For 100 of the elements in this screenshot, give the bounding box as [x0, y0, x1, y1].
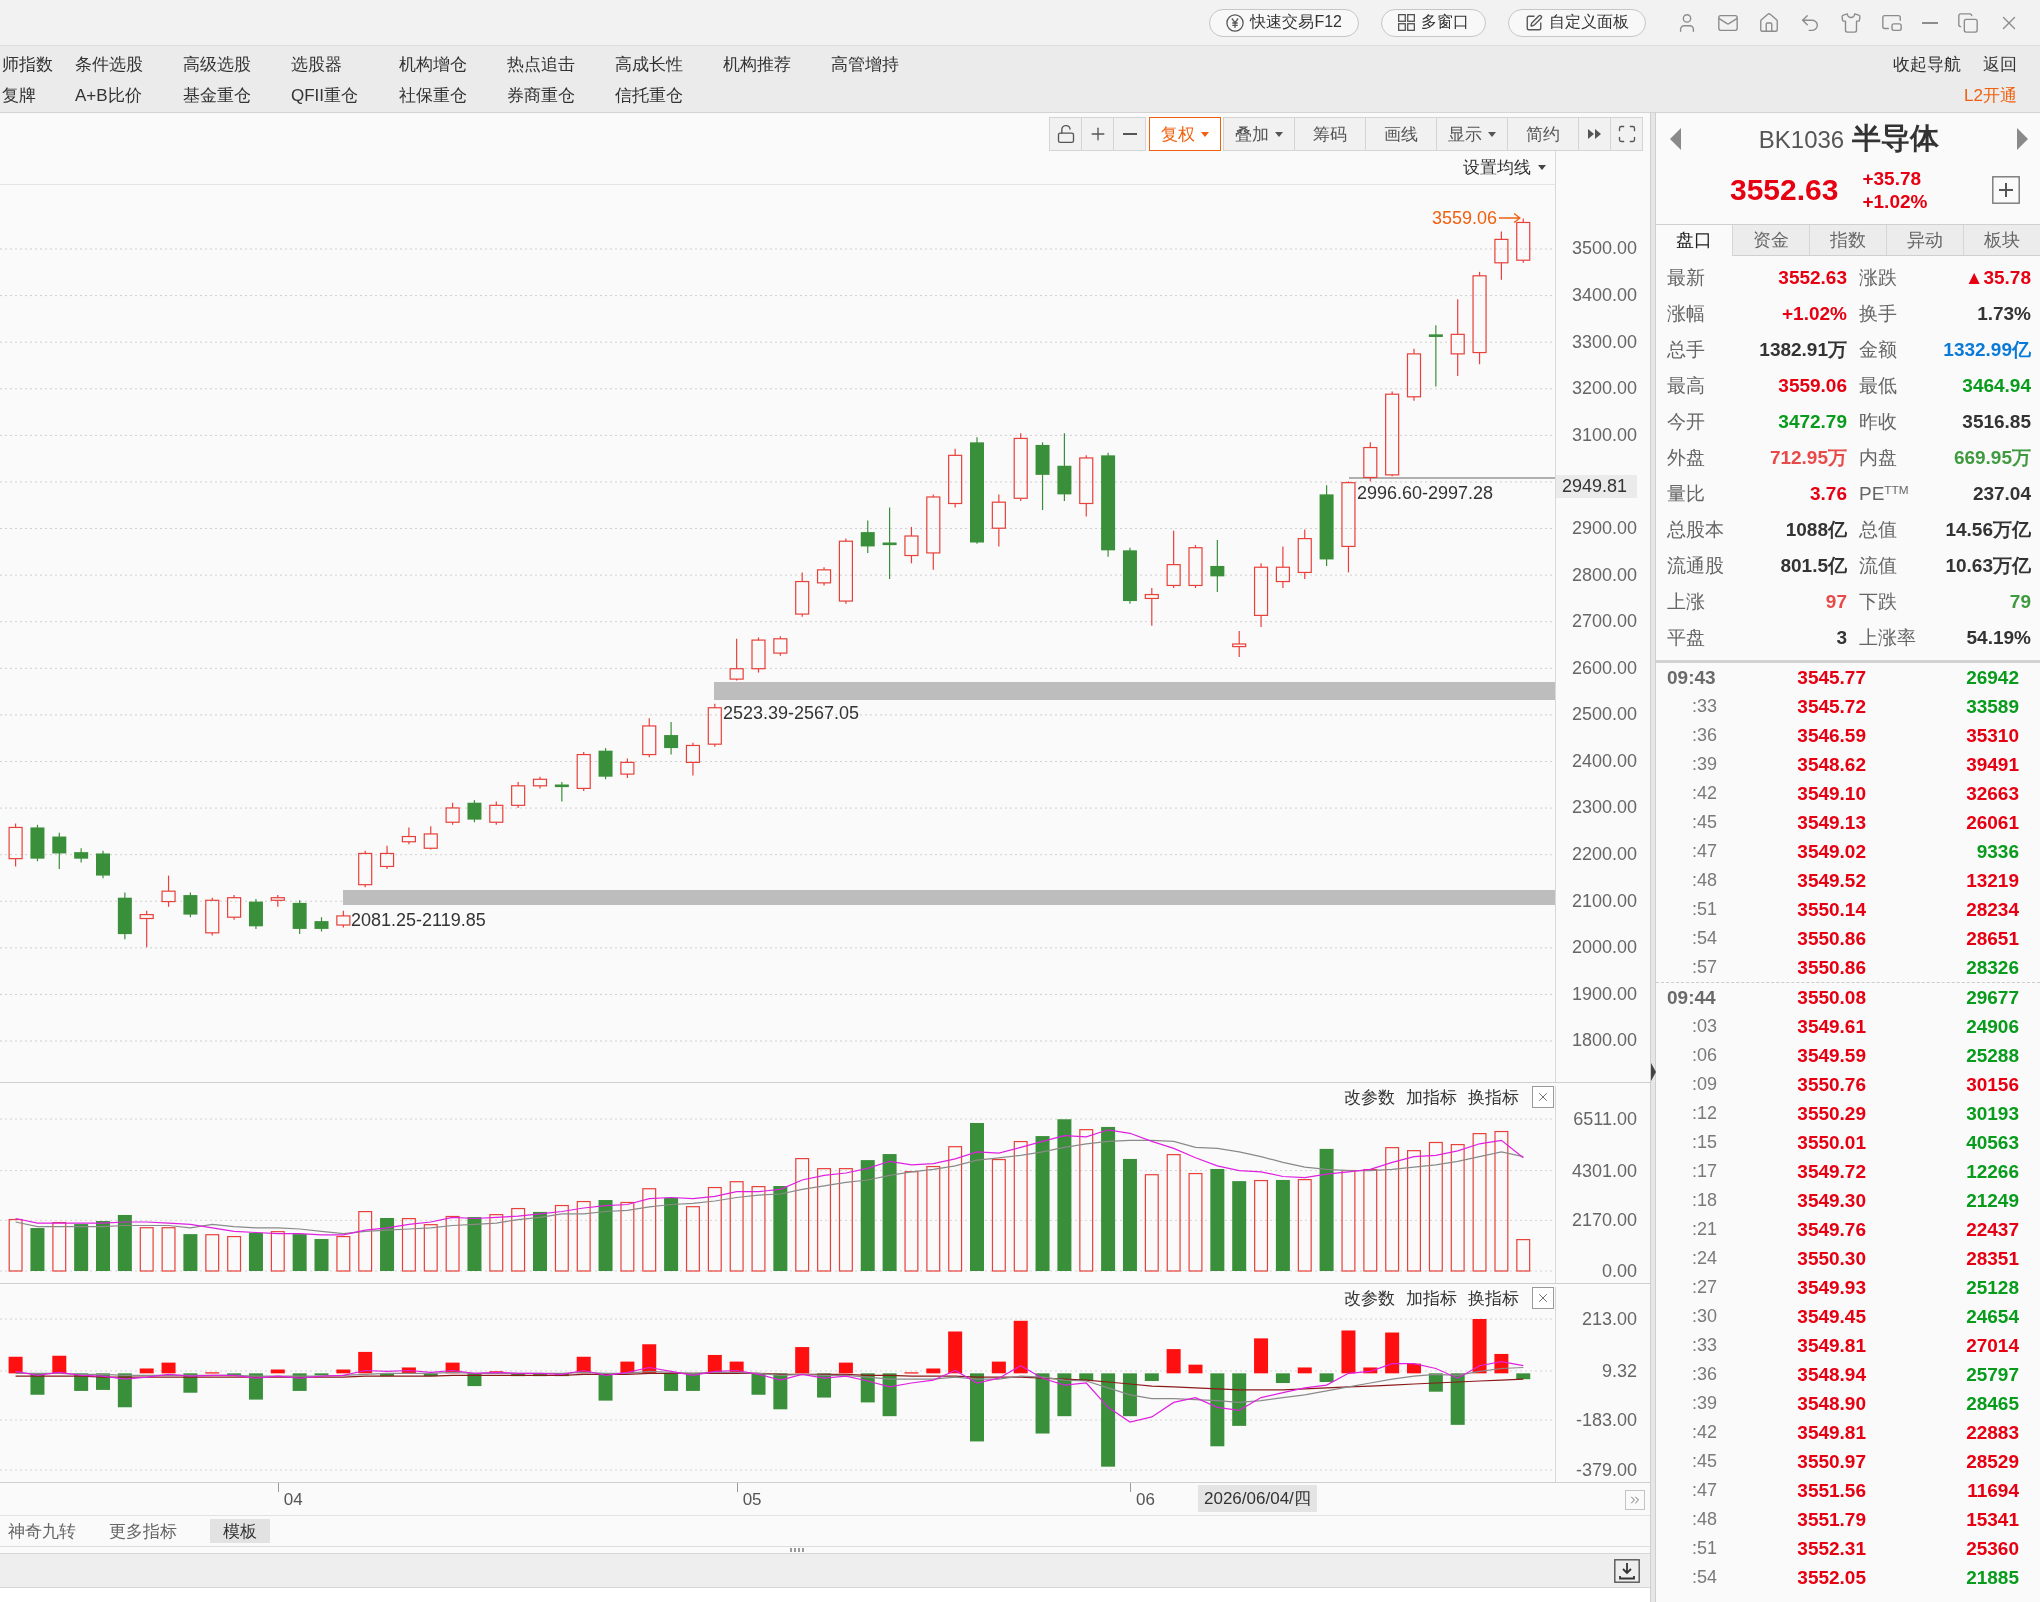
quote-value: 79 — [2009, 591, 2031, 613]
trade-volume: 11694 — [1967, 1479, 2019, 1502]
quote-value: 1088亿 — [1785, 518, 1847, 542]
quote-label: PE$^{TTM}$ — [1859, 483, 1909, 505]
quote-label: 总值 — [1859, 518, 1897, 542]
trade-volume: 30156 — [1966, 1073, 2019, 1096]
quote-value: 1.73% — [1977, 303, 2031, 325]
trade-time: 09:43 — [1667, 666, 1716, 689]
trade-time: :51 — [1691, 1538, 1717, 1559]
high-price-label: 3559.06 — [1431, 207, 1497, 229]
trade-volume: 28529 — [1966, 1450, 2019, 1473]
trade-price: 3549.93 — [1797, 1276, 1866, 1299]
trade-time: :47 — [1691, 841, 1717, 862]
trade-volume: 25288 — [1966, 1044, 2019, 1067]
trade-volume: 15341 — [1966, 1508, 2019, 1531]
trade-time: :42 — [1691, 1422, 1717, 1443]
trade-time: :03 — [1691, 1016, 1717, 1037]
trade-time: :36 — [1691, 1364, 1717, 1385]
quote-value: 10.63万亿 — [1945, 554, 2031, 578]
quote-label: 涨幅 — [1667, 302, 1705, 326]
trade-time: :45 — [1691, 1451, 1717, 1472]
quote-value: 3.76 — [1810, 483, 1847, 505]
trade-volume: 25797 — [1966, 1363, 2019, 1386]
quote-value: 3552.63 — [1778, 267, 1847, 289]
change-percent: +1.02% — [1862, 190, 1928, 213]
quote-label: 内盘 — [1859, 446, 1897, 470]
trade-volume: 13219 — [1966, 869, 2019, 892]
trade-time: :57 — [1691, 957, 1717, 978]
trade-time: :33 — [1691, 696, 1717, 717]
axis-label: -183.00 — [1575, 1409, 1637, 1431]
trade-time: :45 — [1691, 812, 1717, 833]
axis-label: 4301.00 — [1571, 1160, 1637, 1182]
axis-label: 9.32 — [1601, 1360, 1637, 1382]
trade-volume: 28234 — [1966, 898, 2019, 921]
trade-volume: 27014 — [1966, 1334, 2019, 1357]
current-price: 3552.63 — [1730, 173, 1839, 207]
axis-label: 2300.00 — [1571, 797, 1637, 819]
axis-label: 3200.00 — [1571, 378, 1637, 400]
trade-volume: 39491 — [1966, 753, 2019, 776]
axis-label: 0.00 — [1601, 1260, 1637, 1282]
trade-price: 3549.02 — [1797, 840, 1866, 863]
trade-price: 3550.29 — [1797, 1102, 1866, 1125]
trade-volume: 24654 — [1966, 1305, 2019, 1328]
axis-label: 2600.00 — [1571, 657, 1637, 679]
trade-volume: 26061 — [1966, 811, 2019, 834]
quote-label: 涨跌 — [1859, 266, 1897, 290]
trade-time: :47 — [1691, 1480, 1717, 1501]
trade-price: 3549.30 — [1797, 1189, 1866, 1212]
quote-value: 712.95万 — [1769, 446, 1847, 470]
quote-label: 总股本 — [1667, 518, 1724, 542]
sector-code: BK1036 — [1758, 126, 1845, 154]
axis-label: 3100.00 — [1571, 424, 1637, 446]
cursor-date-label: 2026/06/04/四 — [1198, 1485, 1317, 1512]
trade-time: :17 — [1691, 1161, 1717, 1182]
trade-price: 3549.61 — [1797, 1015, 1866, 1038]
axis-label: 2100.00 — [1571, 890, 1637, 912]
trade-price: 3551.56 — [1797, 1479, 1866, 1502]
axis-label: 2000.00 — [1571, 937, 1637, 959]
trade-price: 3550.01 — [1797, 1131, 1866, 1154]
axis-label: 213.00 — [1581, 1308, 1637, 1330]
trade-time: :48 — [1691, 870, 1717, 891]
trade-price: 3550.86 — [1797, 927, 1866, 950]
axis-label: 1900.00 — [1571, 983, 1637, 1005]
quote-value: 3464.94 — [1962, 375, 2031, 397]
trade-price: 3550.14 — [1797, 898, 1866, 921]
trade-price: 3549.45 — [1797, 1305, 1866, 1328]
trade-price: 3550.86 — [1797, 956, 1866, 979]
quote-label: 上涨 — [1667, 590, 1705, 614]
trade-volume: 9336 — [1976, 840, 2019, 863]
trade-price: 3548.62 — [1797, 753, 1866, 776]
quote-value: 54.19% — [1966, 627, 2031, 649]
axis-label: 2500.00 — [1571, 704, 1637, 726]
quote-label: 流值 — [1859, 554, 1897, 578]
trade-volume: 24906 — [1966, 1015, 2019, 1038]
axis-label: 3500.00 — [1571, 238, 1637, 260]
month-label: 04 — [283, 1490, 303, 1510]
trade-volume: 21249 — [1966, 1189, 2019, 1212]
trade-price: 3549.76 — [1797, 1218, 1866, 1241]
quote-value: +1.02% — [1782, 303, 1847, 325]
trade-volume: 32663 — [1966, 782, 2019, 805]
trade-time: :09 — [1691, 1074, 1717, 1095]
quote-value: 1332.99亿 — [1943, 338, 2031, 362]
trade-volume: 22883 — [1966, 1421, 2019, 1444]
trade-volume: 29677 — [1966, 986, 2019, 1009]
trade-time: :33 — [1691, 1335, 1717, 1356]
trade-time: :24 — [1691, 1248, 1717, 1269]
trade-volume: 33589 — [1966, 695, 2019, 718]
price-zone-label: 2523.39-2567.05 — [723, 702, 860, 724]
trade-time: :12 — [1691, 1103, 1717, 1124]
axis-label: 1800.00 — [1571, 1030, 1637, 1052]
trade-volume: 12266 — [1966, 1160, 2019, 1183]
axis-label: -379.00 — [1575, 1459, 1637, 1481]
trade-price: 3546.59 — [1797, 724, 1866, 747]
trade-price: 3549.81 — [1797, 1421, 1866, 1444]
trade-time: :39 — [1691, 754, 1717, 775]
trade-price: 3551.79 — [1797, 1508, 1866, 1531]
quote-value: 1382.91万 — [1759, 338, 1847, 362]
quote-label: 流通股 — [1667, 554, 1724, 578]
current-price-label: 2949.81 — [1556, 474, 1637, 498]
quote-label: 总手 — [1667, 338, 1705, 362]
